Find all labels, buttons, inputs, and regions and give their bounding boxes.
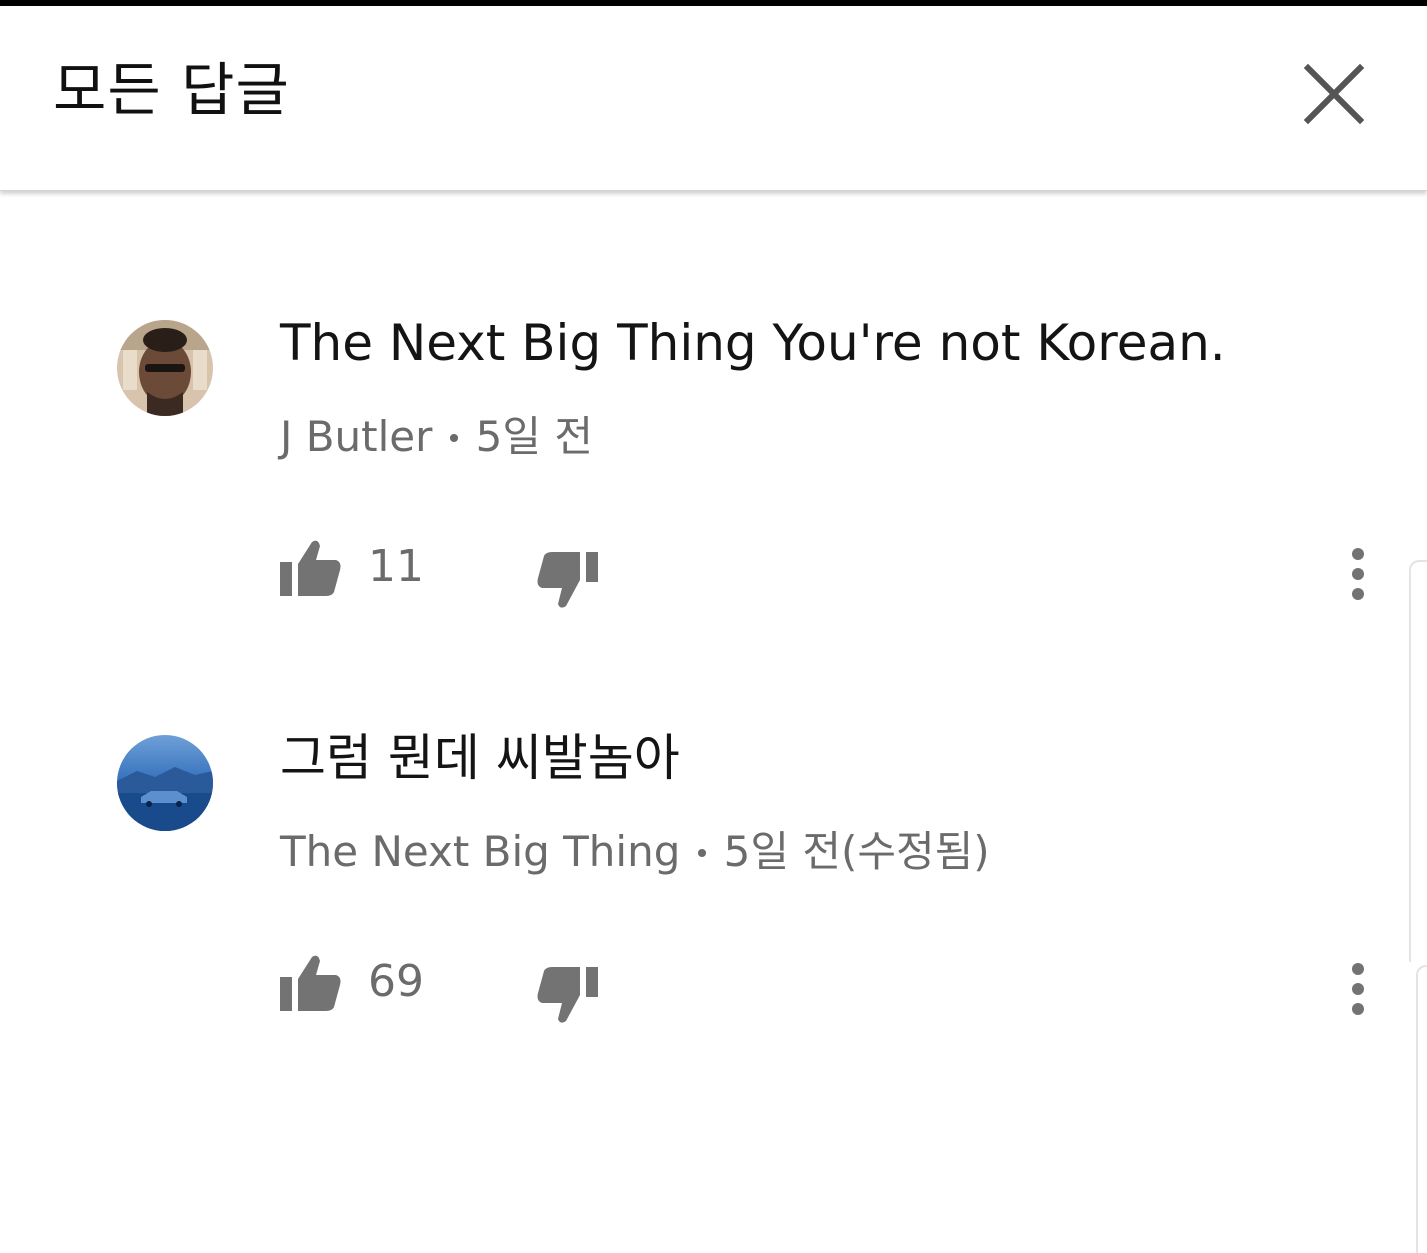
like-button[interactable] — [278, 953, 344, 1013]
comment-time: 5일 전 — [475, 412, 594, 461]
comment-item: 그럼 뭔데 씨발놈아 The Next Big Thing • 5일 전(수정됨… — [0, 725, 1427, 1055]
author-name[interactable]: J Butler — [280, 412, 432, 461]
more-options-button[interactable] — [1340, 546, 1376, 610]
thumbs-up-icon — [280, 540, 341, 596]
replies-list[interactable]: The Next Big Thing You're not Korean. J … — [0, 190, 1427, 1253]
page-title: 모든 답글 — [53, 56, 290, 124]
comment-meta: J Butler • 5일 전 — [280, 412, 593, 465]
comment-item: The Next Big Thing You're not Korean. J … — [0, 310, 1427, 640]
more-options-button[interactable] — [1340, 961, 1376, 1025]
thumbs-down-icon — [537, 967, 598, 1023]
like-count: 69 — [368, 956, 424, 1007]
like-button[interactable] — [278, 538, 344, 598]
avatar[interactable] — [117, 735, 213, 831]
thumbs-down-icon — [537, 552, 598, 608]
comment-time: 5일 전(수정됨) — [723, 827, 990, 876]
more-vert-icon — [1352, 963, 1364, 1015]
meta-separator: • — [445, 422, 463, 456]
close-icon — [1303, 63, 1365, 125]
avatar[interactable] — [117, 320, 213, 416]
comment-meta: The Next Big Thing • 5일 전(수정됨) — [280, 827, 990, 880]
close-button[interactable] — [1298, 58, 1370, 130]
dislike-button[interactable] — [534, 548, 600, 620]
comment-text: The Next Big Thing You're not Korean. — [280, 314, 1226, 372]
like-count: 11 — [368, 541, 424, 592]
dislike-button[interactable] — [534, 963, 600, 1035]
comment-text: 그럼 뭔데 씨발놈아 — [280, 729, 680, 787]
thumbs-up-icon — [280, 955, 341, 1011]
meta-separator: • — [693, 837, 711, 871]
replies-header: 모든 답글 — [0, 6, 1427, 191]
more-vert-icon — [1352, 548, 1364, 600]
author-name[interactable]: The Next Big Thing — [280, 827, 680, 876]
